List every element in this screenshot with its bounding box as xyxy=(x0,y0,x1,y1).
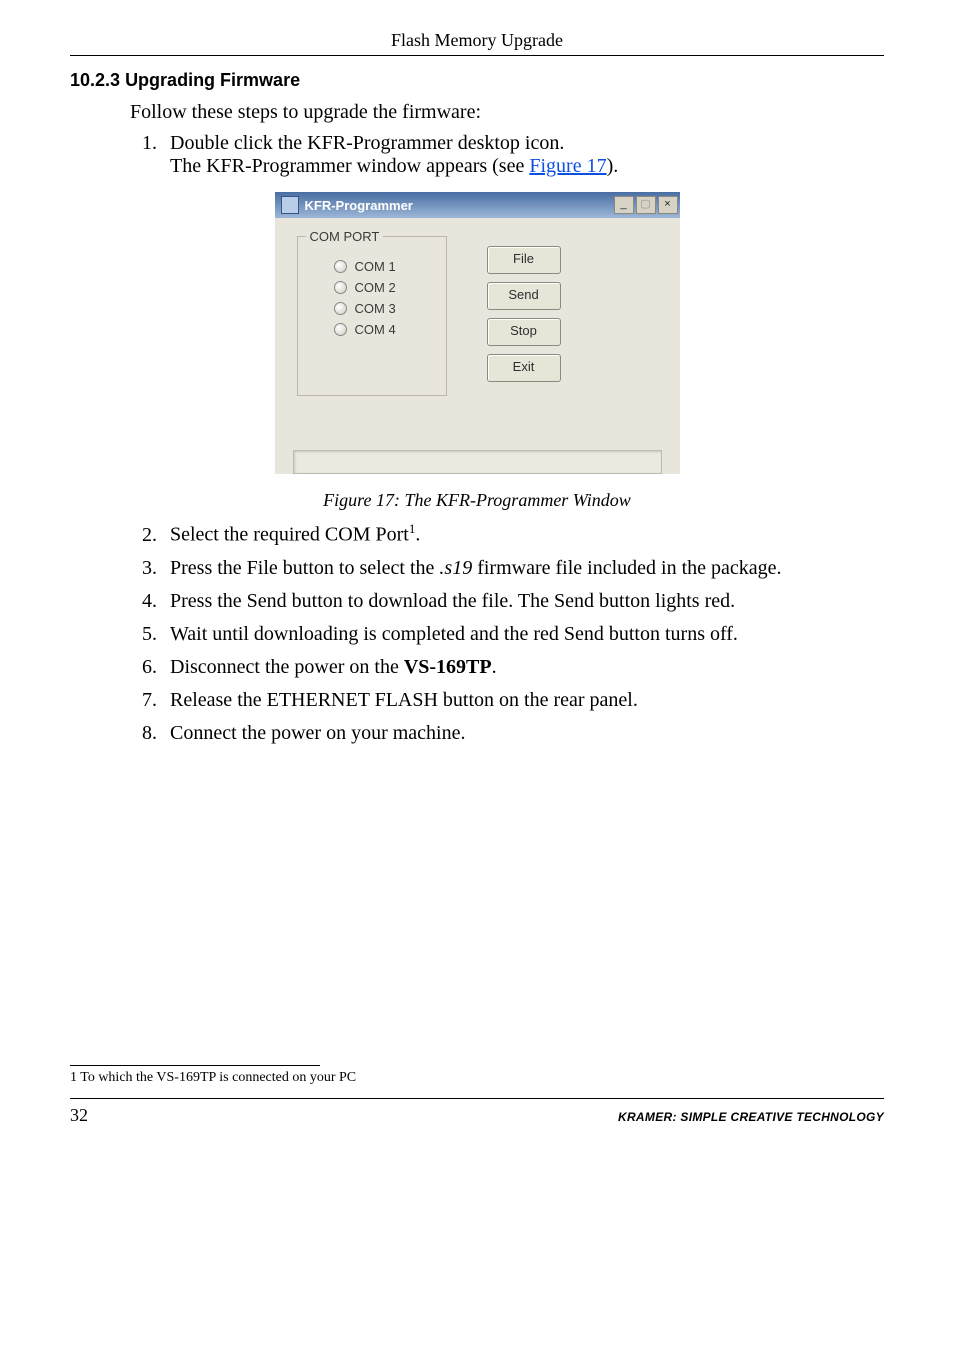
step-3b: firmware file included in the package. xyxy=(472,557,781,579)
step-7: Release the ETHERNET FLASH button on the… xyxy=(162,689,884,712)
step-3-filename: .s19 xyxy=(439,557,472,579)
status-bar xyxy=(293,450,662,474)
radio-com2[interactable]: COM 2 xyxy=(334,280,446,295)
exit-button[interactable]: Exit xyxy=(487,354,561,382)
section-title: Upgrading Firmware xyxy=(125,70,300,90)
figure-caption: Figure 17: The KFR-Programmer Window xyxy=(70,490,884,511)
radio-com1[interactable]: COM 1 xyxy=(334,259,446,274)
running-header: Flash Memory Upgrade xyxy=(70,30,884,56)
intro-paragraph: Follow these steps to upgrade the firmwa… xyxy=(130,101,884,124)
step-2-period: . xyxy=(415,524,420,546)
radio-com3[interactable]: COM 3 xyxy=(334,301,446,316)
step-2: Select the required COM Port1. xyxy=(162,521,884,547)
maximize-button: ▢ xyxy=(636,196,656,214)
section-heading: 10.2.3 Upgrading Firmware xyxy=(70,70,884,91)
step-1: Double click the KFR-Programmer desktop … xyxy=(162,132,884,178)
radio-icon xyxy=(334,323,347,336)
step-6a: Disconnect the power on the xyxy=(170,656,404,678)
radio-com4[interactable]: COM 4 xyxy=(334,322,446,337)
step-6: Disconnect the power on the VS-169TP. xyxy=(162,656,884,679)
radio-label: COM 4 xyxy=(355,322,396,337)
footnote-separator xyxy=(70,1065,320,1066)
step-3: Press the File button to select the .s19… xyxy=(162,557,884,580)
minimize-button[interactable]: _ xyxy=(614,196,634,214)
brand-tagline: KRAMER: SIMPLE CREATIVE TECHNOLOGY xyxy=(618,1110,884,1124)
app-icon xyxy=(281,196,299,214)
step-3a: Press the File button to select the xyxy=(170,557,439,579)
step-2-text: Select the required COM Port xyxy=(170,524,409,546)
radio-icon xyxy=(334,260,347,273)
step-6b: . xyxy=(492,656,497,678)
file-button[interactable]: File xyxy=(487,246,561,274)
step-1-line1: Double click the KFR-Programmer desktop … xyxy=(170,132,564,154)
step-8: Connect the power on your machine. xyxy=(162,722,884,745)
radio-label: COM 1 xyxy=(355,259,396,274)
step-6-product: VS-169TP xyxy=(404,656,492,678)
section-number: 10.2.3 xyxy=(70,70,120,90)
com-port-group: COM PORT COM 1 COM 2 COM 3 COM 4 xyxy=(297,236,447,396)
footnote-1: 1 To which the VS-169TP is connected on … xyxy=(70,1070,884,1086)
window-title: KFR-Programmer xyxy=(305,198,413,213)
radio-icon xyxy=(334,281,347,294)
stop-button[interactable]: Stop xyxy=(487,318,561,346)
radio-label: COM 3 xyxy=(355,301,396,316)
page-number: 32 xyxy=(70,1105,88,1126)
step-5: Wait until downloading is completed and … xyxy=(162,623,884,646)
kfr-programmer-window: KFR-Programmer _ ▢ × COM PORT COM 1 COM … xyxy=(275,192,680,474)
step-4: Press the Send button to download the fi… xyxy=(162,590,884,613)
group-label: COM PORT xyxy=(306,229,384,244)
close-button[interactable]: × xyxy=(658,196,678,214)
figure-link[interactable]: Figure 17 xyxy=(529,155,606,177)
send-button[interactable]: Send xyxy=(487,282,561,310)
radio-icon xyxy=(334,302,347,315)
radio-label: COM 2 xyxy=(355,280,396,295)
step-1-line2a: The KFR-Programmer window appears (see xyxy=(170,155,529,177)
titlebar[interactable]: KFR-Programmer _ ▢ × xyxy=(275,192,680,218)
step-1-line2b: ). xyxy=(607,155,619,177)
page-footer: 32 KRAMER: SIMPLE CREATIVE TECHNOLOGY xyxy=(70,1098,884,1126)
